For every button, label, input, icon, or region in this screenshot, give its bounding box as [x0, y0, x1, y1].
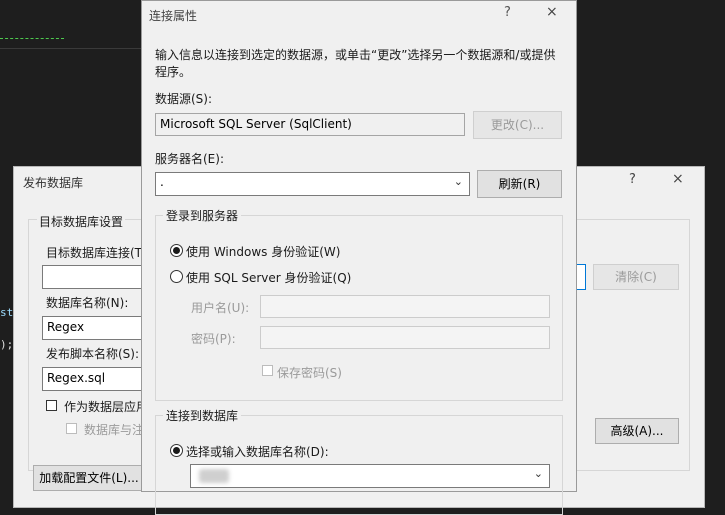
- dac-checkbox[interactable]: [46, 400, 57, 411]
- connection-properties-dialog: 连接属性 ? × 输入信息以连接到选定的数据源，或单击“更改”选择另一个数据源和…: [141, 0, 577, 515]
- server-value: .: [160, 175, 164, 189]
- help-button[interactable]: ?: [504, 5, 511, 20]
- save-password-checkbox: [262, 365, 273, 376]
- username-input: [260, 295, 550, 318]
- editor-divider: [0, 48, 145, 49]
- login-group-label: 登录到服务器: [163, 207, 242, 224]
- script-name-label: 发布脚本名称(S):: [46, 347, 140, 361]
- close-button[interactable]: ×: [546, 4, 558, 20]
- advanced-button[interactable]: 高级(A)...: [595, 418, 679, 444]
- dac-checkbox-label: 作为数据层应用: [64, 400, 149, 414]
- script-name-input[interactable]: Regex.sql: [42, 367, 152, 391]
- close-button[interactable]: ×: [672, 171, 684, 187]
- db-name-input[interactable]: Regex: [42, 316, 152, 340]
- windows-auth-radio[interactable]: [170, 244, 183, 257]
- connection-label: 目标数据库连接(T: [46, 246, 143, 260]
- load-profile-button[interactable]: 加载配置文件(L)...: [33, 465, 145, 491]
- dac-sub-checkbox: [66, 423, 77, 434]
- save-password-label: 保存密码(S): [277, 366, 342, 380]
- change-button[interactable]: 更改(C)...: [473, 111, 562, 139]
- description-text: 输入信息以连接到选定的数据源，或单击“更改”选择另一个数据源和/或提供程序。: [155, 48, 556, 79]
- username-label: 用户名(U):: [191, 301, 250, 315]
- editor-squiggle: [0, 38, 64, 39]
- database-combobox[interactable]: ⌄: [190, 464, 550, 488]
- dac-sub-checkbox-label: 数据库与注: [84, 423, 145, 437]
- datasource-field: Microsoft SQL Server (SqlClient): [155, 113, 465, 136]
- chevron-down-icon[interactable]: ⌄: [454, 175, 463, 188]
- connect-group-label: 连接到数据库: [163, 407, 242, 424]
- password-input: [260, 326, 550, 349]
- select-db-label: 选择或输入数据库名称(D):: [186, 445, 329, 459]
- windows-auth-label: 使用 Windows 身份验证(W): [186, 245, 341, 259]
- chevron-down-icon[interactable]: ⌄: [534, 467, 543, 480]
- redacted-value: [199, 469, 229, 483]
- sql-auth-radio[interactable]: [170, 270, 183, 283]
- help-button[interactable]: ?: [629, 172, 636, 187]
- group-label: 目标数据库设置: [37, 213, 126, 230]
- refresh-button[interactable]: 刷新(R): [477, 170, 562, 198]
- sql-auth-label: 使用 SQL Server 身份验证(Q): [186, 271, 352, 285]
- server-label: 服务器名(E):: [155, 152, 224, 166]
- code-fragment: );: [0, 338, 14, 351]
- connection-field[interactable]: [42, 265, 152, 289]
- dialog-title: 连接属性: [149, 9, 198, 23]
- clear-button[interactable]: 清除(C): [593, 264, 679, 290]
- datasource-label: 数据源(S):: [155, 92, 213, 106]
- server-combobox[interactable]: . ⌄: [155, 172, 470, 196]
- dialog-title: 发布数据库: [23, 176, 84, 190]
- db-name-label: 数据库名称(N):: [46, 296, 129, 310]
- select-db-radio[interactable]: [170, 444, 183, 457]
- code-fragment: st: [0, 306, 14, 319]
- password-label: 密码(P):: [191, 332, 236, 346]
